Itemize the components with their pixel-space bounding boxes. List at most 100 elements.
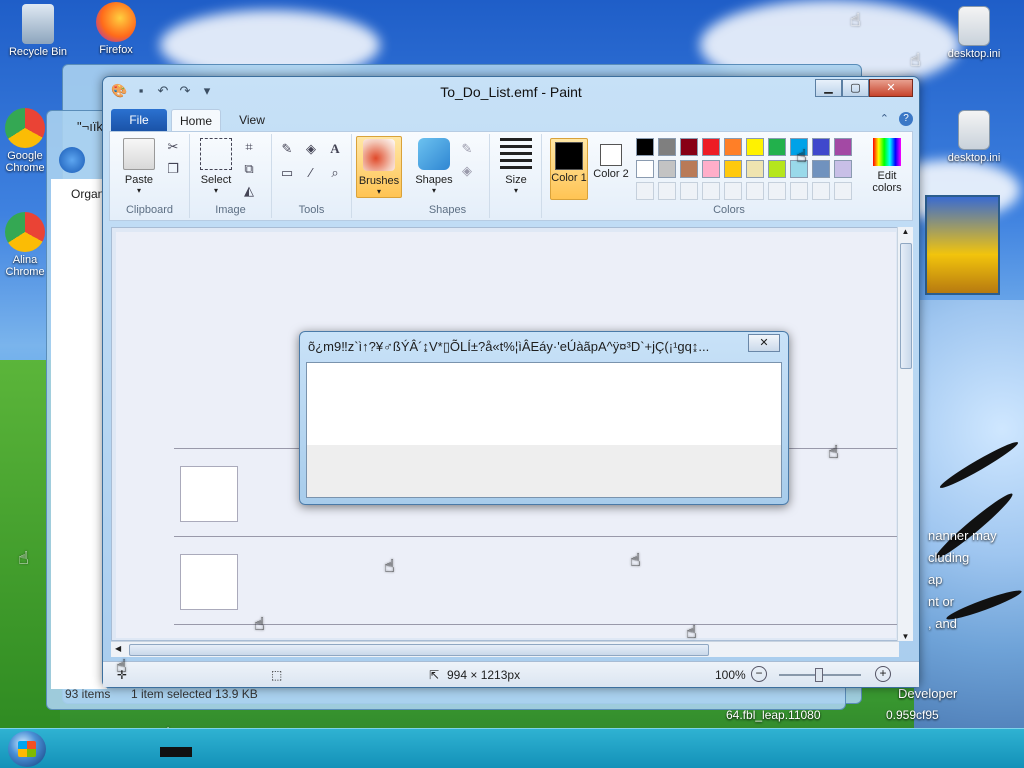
resize-icon[interactable]: ⧉ (240, 160, 258, 178)
group-shapes: Shapes ▾ ✎ ◈ Shapes (406, 134, 490, 218)
palette-swatch[interactable] (746, 160, 764, 178)
desktop-icon-recycle-bin[interactable]: Recycle Bin (2, 4, 74, 58)
taskbar-item[interactable] (160, 747, 192, 757)
start-button[interactable] (8, 731, 46, 767)
scroll-up-icon[interactable]: ▲ (898, 227, 913, 236)
palette-empty-swatch[interactable] (680, 182, 698, 200)
tab-view[interactable]: View (227, 109, 277, 131)
line-size-icon (500, 138, 532, 170)
outline-icon[interactable]: ✎ (458, 140, 476, 158)
settings-file-icon (958, 6, 990, 46)
color2-button[interactable]: Color 2 (592, 138, 630, 200)
minimize-button[interactable]: ▁ (815, 79, 842, 97)
checkbox-cell (180, 466, 238, 522)
paint-titlebar[interactable]: 🎨 ▪ ↶ ↷ ▾ To_Do_List.emf - Paint ▁ ▢ ✕ (103, 77, 919, 105)
palette-empty-swatch[interactable] (834, 182, 852, 200)
maximize-button[interactable]: ▢ (842, 79, 869, 97)
desktop-icon-alina-chrome[interactable]: Alina Chrome (2, 212, 48, 278)
color-picker-icon[interactable]: ⁄ (302, 164, 320, 182)
garbled-dialog[interactable]: õ¿m9‼z`ì↑?¥♂ßÝÂ´↨V*▯ÕLÍ±?å«t%¦ìÂEáy·'eÚà… (299, 331, 789, 505)
desktop-icon-desktop-ini[interactable]: desktop.ini (938, 6, 1010, 60)
chevron-down-icon: ▾ (376, 187, 381, 196)
zoom-in-button[interactable]: + (875, 666, 891, 682)
vertical-scroll-thumb[interactable] (900, 243, 912, 369)
vertical-scrollbar[interactable]: ▲ ▼ (897, 227, 913, 641)
thumbnail-preview[interactable] (925, 195, 1000, 295)
size-button[interactable]: Size ▾ (496, 138, 536, 195)
scroll-down-icon[interactable]: ▼ (898, 632, 913, 641)
close-button[interactable]: ✕ (869, 79, 913, 97)
palette-swatch[interactable] (658, 138, 676, 156)
desktop-icon-desktop-ini-2[interactable]: desktop.ini (938, 110, 1010, 164)
select-icon (200, 138, 232, 170)
paste-button[interactable]: Paste ▾ (116, 138, 162, 195)
checkbox-cell (180, 554, 238, 610)
image-dimensions: 994 × 1213px (447, 668, 521, 682)
palette-empty-swatch[interactable] (746, 182, 764, 200)
brush-icon (363, 139, 395, 171)
palette-swatch[interactable] (768, 138, 786, 156)
crop-icon[interactable]: ⌗ (240, 138, 258, 156)
palette-empty-swatch[interactable] (812, 182, 830, 200)
tab-home[interactable]: Home (171, 109, 221, 131)
palette-swatch[interactable] (658, 160, 676, 178)
dialog-close-button[interactable]: ✕ (748, 334, 780, 352)
palette-swatch[interactable] (702, 160, 720, 178)
shapes-icon (418, 138, 450, 170)
back-arrow-icon[interactable] (59, 147, 85, 173)
hand-cursor-icon: ☝ (630, 550, 641, 570)
selection-size-icon: ⬚ (271, 668, 283, 682)
palette-swatch[interactable] (746, 138, 764, 156)
hand-cursor-icon: ☝ (254, 614, 265, 634)
palette-swatch[interactable] (812, 160, 830, 178)
horizontal-scrollbar[interactable]: ◀ (111, 641, 899, 657)
minimize-ribbon-icon[interactable]: ⌃ (880, 112, 889, 126)
rotate-icon[interactable]: ◭ (240, 182, 258, 200)
shapes-button[interactable]: Shapes ▾ (412, 138, 456, 195)
help-icon[interactable]: ? (899, 112, 913, 126)
palette-swatch[interactable] (636, 138, 654, 156)
palette-empty-swatch[interactable] (636, 182, 654, 200)
palette-swatch[interactable] (834, 160, 852, 178)
chevron-down-icon: ▾ (136, 186, 141, 195)
cut-icon[interactable]: ✂ (164, 138, 182, 156)
brushes-button[interactable]: Brushes ▾ (356, 136, 402, 198)
edit-colors-button[interactable]: Edit colors (864, 138, 910, 194)
palette-swatch[interactable] (724, 138, 742, 156)
palette-swatch[interactable] (680, 160, 698, 178)
pencil-icon[interactable]: ✎ (278, 140, 296, 158)
desktop-icon-firefox[interactable]: Firefox (80, 2, 152, 56)
palette-empty-swatch[interactable] (658, 182, 676, 200)
shape-fill-icon[interactable]: ◈ (458, 162, 476, 180)
palette-empty-swatch[interactable] (724, 182, 742, 200)
magnifier-icon[interactable]: ⌕ (326, 164, 344, 182)
palette-swatch[interactable] (768, 160, 786, 178)
chevron-down-icon: ▾ (213, 186, 218, 195)
select-button[interactable]: Select ▾ (194, 138, 238, 195)
fill-icon[interactable]: ◈ (302, 140, 320, 158)
organize-button[interactable]: Organ (71, 187, 104, 201)
palette-empty-swatch[interactable] (768, 182, 786, 200)
palette-swatch[interactable] (636, 160, 654, 178)
windows-logo-icon (18, 741, 36, 757)
palette-swatch[interactable] (724, 160, 742, 178)
text-tool-icon[interactable]: A (326, 140, 344, 158)
tab-file[interactable]: File (111, 109, 167, 131)
desktop-icon-chrome[interactable]: Google Chrome (2, 108, 48, 174)
palette-swatch[interactable] (812, 138, 830, 156)
color1-swatch (555, 142, 583, 170)
horizontal-scroll-thumb[interactable] (129, 644, 709, 656)
palette-empty-swatch[interactable] (790, 182, 808, 200)
zoom-out-button[interactable]: − (751, 666, 767, 682)
developer-label: Developer (898, 686, 958, 701)
build-label: 64.fbl_leap.11080 (726, 708, 821, 722)
copy-icon[interactable]: ❐ (164, 160, 182, 178)
palette-empty-swatch[interactable] (702, 182, 720, 200)
eraser-icon[interactable]: ▭ (278, 164, 296, 182)
color1-button[interactable]: Color 1 (550, 138, 588, 200)
zoom-slider-thumb[interactable] (815, 668, 823, 682)
palette-swatch[interactable] (834, 138, 852, 156)
palette-swatch[interactable] (680, 138, 698, 156)
scroll-left-icon[interactable]: ◀ (115, 644, 121, 653)
palette-swatch[interactable] (702, 138, 720, 156)
